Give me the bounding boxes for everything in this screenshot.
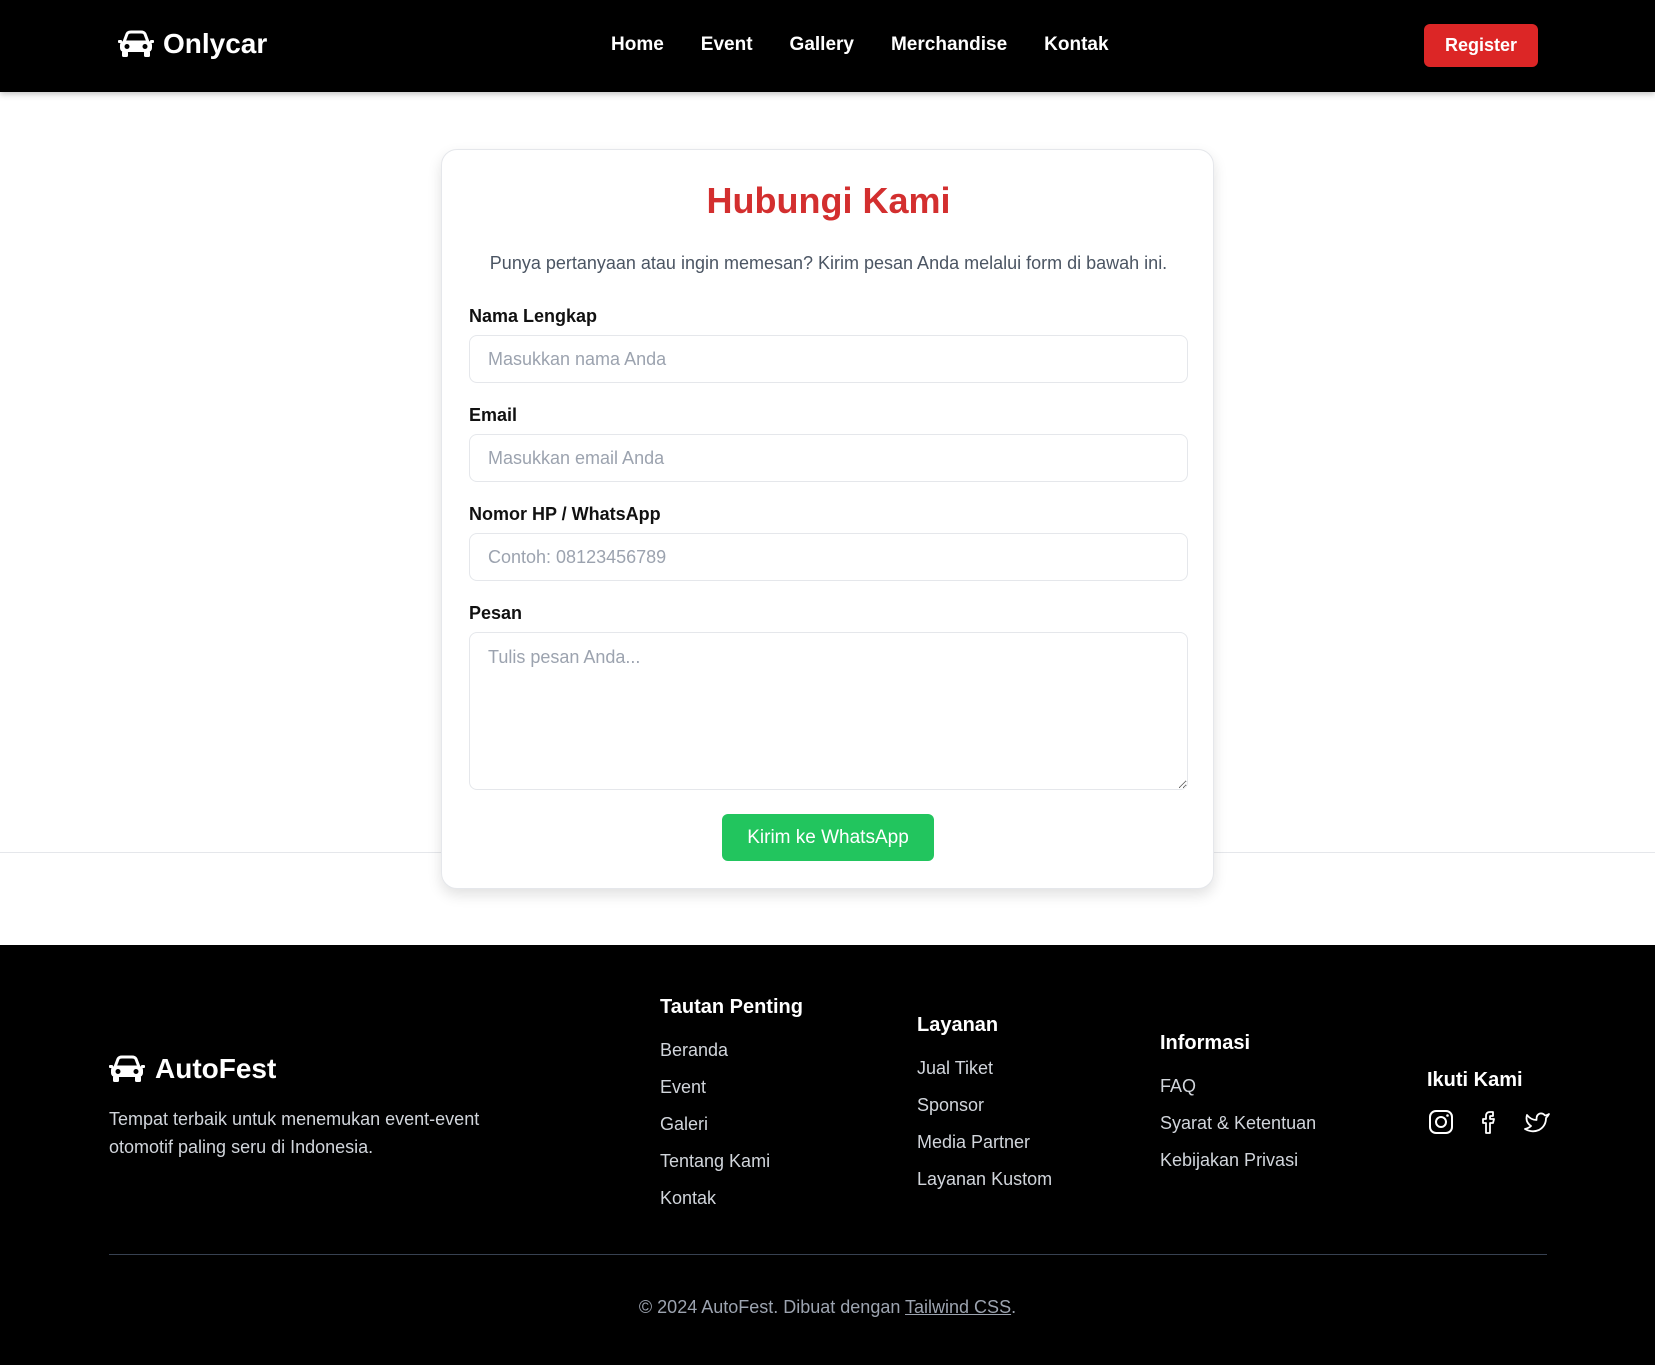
footer-col-links: Tautan Penting Beranda Event Galeri Tent… — [660, 996, 803, 1224]
footer-link-event[interactable]: Event — [660, 1076, 803, 1098]
contact-title: Hubungi Kami — [706, 180, 951, 221]
footer: AutoFest Tempat terbaik untuk menemukan … — [0, 945, 1655, 1365]
footer-link-syarat[interactable]: Syarat & Ketentuan — [1160, 1112, 1316, 1134]
car-icon — [109, 1055, 145, 1082]
brand-name: Onlycar — [163, 28, 268, 59]
footer-col-title: Informasi — [1160, 1032, 1251, 1054]
message-field[interactable] — [469, 632, 1188, 790]
brand-logo[interactable]: Onlycar — [118, 28, 267, 60]
phone-field[interactable] — [469, 533, 1188, 581]
email-field[interactable] — [469, 434, 1188, 482]
name-label: Nama Lengkap — [469, 306, 598, 326]
nav-link-kontak[interactable]: Kontak — [1044, 34, 1108, 56]
navbar: Onlycar Home Event Gallery Merchandise K… — [0, 0, 1655, 92]
footer-social-title: Ikuti Kami — [1427, 1069, 1523, 1091]
footer-col-title: Tautan Penting — [660, 996, 803, 1018]
footer-brand[interactable]: AutoFest — [109, 1053, 276, 1085]
footer-link-kebijakan[interactable]: Kebijakan Privasi — [1160, 1149, 1316, 1171]
social-icons — [1427, 1108, 1551, 1136]
footer-col-services: Layanan Jual Tiket Sponsor Media Partner… — [917, 1014, 1052, 1205]
phone-label: Nomor HP / WhatsApp — [469, 504, 661, 524]
send-whatsapp-button[interactable]: Kirim ke WhatsApp — [722, 814, 934, 861]
copyright-suffix: . — [1011, 1297, 1017, 1317]
footer-social: Ikuti Kami — [1427, 1069, 1551, 1136]
footer-link-media-partner[interactable]: Media Partner — [917, 1131, 1052, 1153]
footer-brand-name: AutoFest — [155, 1053, 277, 1084]
nav-link-home[interactable]: Home — [611, 34, 664, 56]
footer-link-layanan-kustom[interactable]: Layanan Kustom — [917, 1168, 1052, 1190]
register-button[interactable]: Register — [1424, 24, 1538, 67]
copyright: © 2024 AutoFest. Dibuat dengan Tailwind … — [0, 1297, 1655, 1318]
tailwind-link[interactable]: Tailwind CSS — [905, 1297, 1011, 1317]
nav-link-gallery[interactable]: Gallery — [790, 34, 854, 56]
footer-tagline: Tempat terbaik untuk menemukan event-eve… — [109, 1109, 480, 1157]
footer-col-title: Layanan — [917, 1014, 999, 1036]
nav-link-merchandise[interactable]: Merchandise — [891, 34, 1007, 56]
footer-link-sponsor[interactable]: Sponsor — [917, 1094, 1052, 1116]
footer-link-tentang-kami[interactable]: Tentang Kami — [660, 1150, 803, 1172]
nav-link-event[interactable]: Event — [701, 34, 753, 56]
copyright-text: © 2024 AutoFest. Dibuat dengan — [638, 1297, 906, 1317]
contact-card: Hubungi Kami Punya pertanyaan atau ingin… — [441, 149, 1214, 889]
instagram-icon[interactable] — [1427, 1108, 1455, 1136]
footer-link-kontak[interactable]: Kontak — [660, 1187, 803, 1209]
footer-link-jual-tiket[interactable]: Jual Tiket — [917, 1057, 1052, 1079]
contact-subtitle: Punya pertanyaan atau ingin memesan? Kir… — [489, 253, 1168, 273]
main-nav: Home Event Gallery Merchandise Kontak — [611, 34, 1146, 56]
name-field[interactable] — [469, 335, 1188, 383]
facebook-icon[interactable] — [1475, 1108, 1503, 1136]
footer-link-beranda[interactable]: Beranda — [660, 1039, 803, 1061]
message-label: Pesan — [469, 603, 523, 623]
footer-link-faq[interactable]: FAQ — [1160, 1075, 1316, 1097]
footer-col-info: Informasi FAQ Syarat & Ketentuan Kebijak… — [1160, 1032, 1316, 1186]
footer-divider — [109, 1254, 1547, 1255]
car-icon — [118, 30, 154, 57]
twitter-icon[interactable] — [1523, 1108, 1551, 1136]
footer-link-galeri[interactable]: Galeri — [660, 1113, 803, 1135]
email-label: Email — [469, 405, 518, 425]
